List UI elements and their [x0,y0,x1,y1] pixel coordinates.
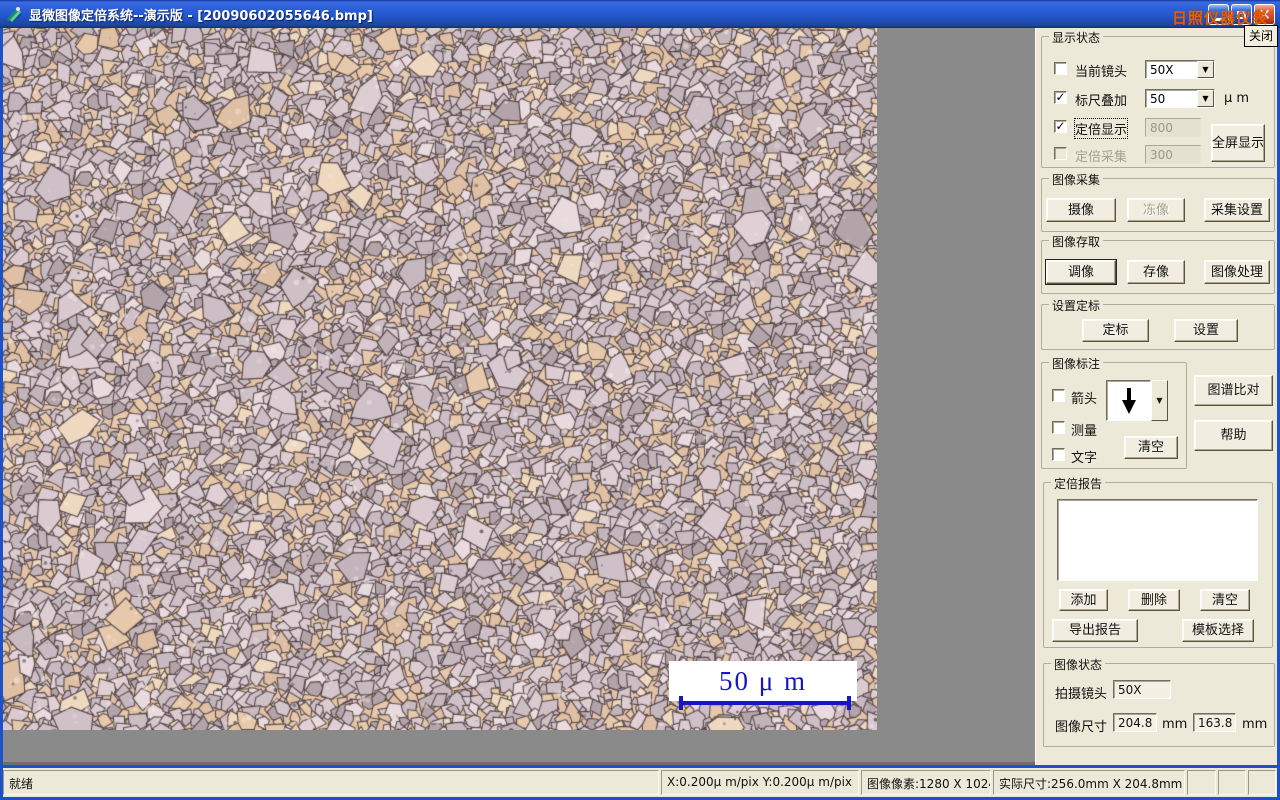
freeze-button: 冻像 [1127,198,1185,222]
group-capture-title: 图像采集 [1049,171,1104,188]
group-capture: 图像采集 摄像 冻像 采集设置 [1041,171,1275,232]
group-calibration: 设置定标 定标 设置 [1041,297,1275,350]
report-delete-button[interactable]: 删除 [1128,589,1180,611]
lens-combobox-value: 50X [1150,63,1174,77]
status-extra-3 [1248,770,1276,795]
template-select-button[interactable]: 模板选择 [1182,619,1254,642]
scale-bar-label-box: 50 μ m [669,661,857,701]
group-image-status-title: 图像状态 [1051,656,1106,673]
ruler-combobox-value: 50 [1150,92,1166,106]
export-report-button[interactable]: 导出报告 [1052,619,1138,642]
control-panel: 显示状态 当前镜头 50X ▼ ✓ 标尺叠加 50 ▼ μ m ✓ 定倍显示 8… [1035,28,1277,765]
group-report-title: 定倍报告 [1051,475,1106,492]
measure-checkbox-label: 测量 [1071,424,1098,439]
fixed-capture-field: 300 [1145,145,1201,164]
image-height-unit: mm [1242,717,1268,732]
group-image-status: 图像状态 拍摄镜头 50X 图像尺寸 204.8 mm 163.8 mm [1043,656,1275,747]
image-size-label: 图像尺寸 [1055,720,1108,735]
text-checkbox-label: 文字 [1071,451,1098,466]
fixed-display-label: 定倍显示 [1073,118,1129,139]
app-icon [7,6,22,22]
status-pixel-scale: X:0.200μ m/pix Y:0.200μ m/pix [661,770,859,795]
atlas-compare-button[interactable]: 图谱比对 [1194,375,1273,406]
micrograph-image [3,28,877,730]
status-image-pixels: 图像像素:1280 X 1024 [861,770,991,795]
calibrate-button[interactable]: 定标 [1082,319,1149,342]
close-button[interactable]: × [1254,4,1275,25]
image-height-field: 163.8 [1193,713,1236,732]
status-bar: 就绪 X:0.200μ m/pix Y:0.200μ m/pix 图像像素:12… [3,768,1277,797]
image-width-unit: mm [1162,717,1188,732]
image-process-button[interactable]: 图像处理 [1204,260,1270,284]
scale-bar-line [679,696,851,710]
status-actual-size: 实际尺寸:256.0mm X 204.8mm [993,770,1185,795]
fullscreen-button[interactable]: 全屏显示 [1211,124,1265,162]
arrow-checkbox-label: 箭头 [1071,392,1098,407]
annotation-clear-button[interactable]: 清空 [1124,436,1178,459]
load-image-button[interactable]: 调像 [1046,260,1116,284]
image-width-field: 204.8 [1113,713,1157,732]
scale-bar-text: 50 μ m [719,665,807,696]
status-extra-1 [1187,770,1216,795]
group-annotation-title: 图像标注 [1049,355,1104,372]
lens-combobox[interactable]: 50X ▼ [1145,60,1215,79]
restore-button[interactable] [1231,4,1252,25]
group-calibration-title: 设置定标 [1049,297,1104,314]
ruler-overlay-label: 标尺叠加 [1075,94,1128,109]
fixed-display-field: 800 [1145,118,1201,137]
titlebar[interactable]: 显微图像定倍系统--演示版 - [20090602055646.bmp] × 日… [0,0,1280,28]
fixed-display-checkbox[interactable]: ✓ [1054,120,1067,133]
help-button[interactable]: 帮助 [1194,420,1273,451]
restore-icon [1237,10,1246,19]
status-extra-2 [1218,770,1246,795]
close-tooltip: 关闭 [1243,25,1278,47]
client-area: 50 μ m [3,28,1035,765]
current-lens-label: 当前镜头 [1075,65,1128,80]
measure-checkbox[interactable] [1052,421,1065,434]
report-clear-button[interactable]: 清空 [1200,589,1250,611]
capture-settings-button[interactable]: 采集设置 [1204,198,1270,222]
shoot-lens-field: 50X [1113,680,1171,699]
status-ready: 就绪 [3,770,659,795]
group-display-status-title: 显示状态 [1049,29,1104,46]
ruler-overlay-checkbox[interactable]: ✓ [1054,91,1067,104]
group-storage-title: 图像存取 [1049,233,1104,250]
arrow-style-preview [1106,380,1151,421]
ruler-unit-label: μ m [1224,91,1250,106]
group-annotation: 图像标注 箭头 测量 文字 ▼ 清空 [1041,355,1187,469]
minimize-button[interactable] [1208,4,1229,25]
report-listbox[interactable] [1057,499,1258,581]
close-icon: × [1258,5,1271,23]
down-arrow-icon [1121,387,1136,414]
ruler-value-combobox[interactable]: 50 ▼ [1145,89,1215,108]
group-storage: 图像存取 调像 存像 图像处理 [1041,233,1275,294]
arrow-style-dropdown-icon[interactable]: ▼ [1151,380,1168,421]
save-image-button[interactable]: 存像 [1127,260,1185,284]
arrow-checkbox[interactable] [1052,389,1065,402]
arrow-style-combobox[interactable]: ▼ [1106,380,1168,421]
micrograph-viewport[interactable]: 50 μ m [3,28,877,730]
shoot-button[interactable]: 摄像 [1046,198,1116,222]
shoot-lens-label: 拍摄镜头 [1055,687,1108,702]
ruler-combobox-arrow-icon[interactable]: ▼ [1197,90,1214,107]
text-checkbox[interactable] [1052,448,1065,461]
window-title: 显微图像定倍系统--演示版 - [20090602055646.bmp] [29,8,373,24]
fixed-capture-label: 定倍采集 [1075,150,1128,165]
minimize-icon [1214,18,1223,21]
current-lens-checkbox[interactable] [1054,62,1067,75]
app-window: 显微图像定倍系统--演示版 - [20090602055646.bmp] × 日… [0,0,1280,800]
report-add-button[interactable]: 添加 [1059,589,1108,611]
lens-combobox-arrow-icon[interactable]: ▼ [1197,61,1214,78]
fixed-capture-checkbox [1054,147,1067,160]
group-report: 定倍报告 添加 删除 清空 导出报告 模板选择 [1043,475,1273,648]
group-display-status: 显示状态 当前镜头 50X ▼ ✓ 标尺叠加 50 ▼ μ m ✓ 定倍显示 8… [1041,29,1275,168]
calibration-setup-button[interactable]: 设置 [1174,319,1238,342]
